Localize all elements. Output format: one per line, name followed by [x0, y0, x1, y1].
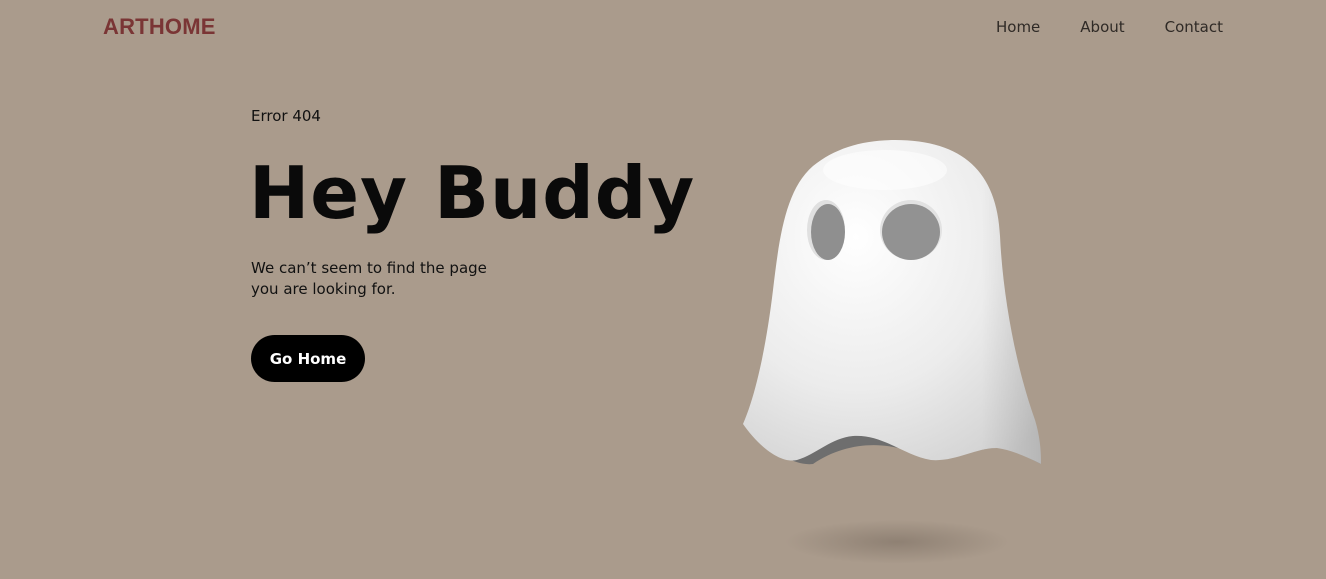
error-code-label: Error 404 — [251, 107, 321, 125]
page-title: Hey Buddy — [249, 151, 696, 235]
nav-home-link[interactable]: Home — [996, 17, 1040, 37]
site-logo[interactable]: ARTHOME — [103, 14, 216, 40]
ghost-illustration — [735, 130, 1055, 570]
main-nav: Home About Contact — [996, 17, 1223, 37]
ghost-shadow — [785, 520, 1009, 564]
nav-contact-link[interactable]: Contact — [1165, 17, 1223, 37]
error-description-line-2: you are looking for. — [251, 280, 396, 298]
go-home-button[interactable]: Go Home — [251, 335, 365, 382]
nav-about-link[interactable]: About — [1080, 17, 1124, 37]
error-description-line-1: We can’t seem to find the page — [251, 259, 487, 277]
ghost-icon — [743, 140, 1041, 564]
error-description: We can’t seem to find the page you are l… — [251, 258, 521, 300]
